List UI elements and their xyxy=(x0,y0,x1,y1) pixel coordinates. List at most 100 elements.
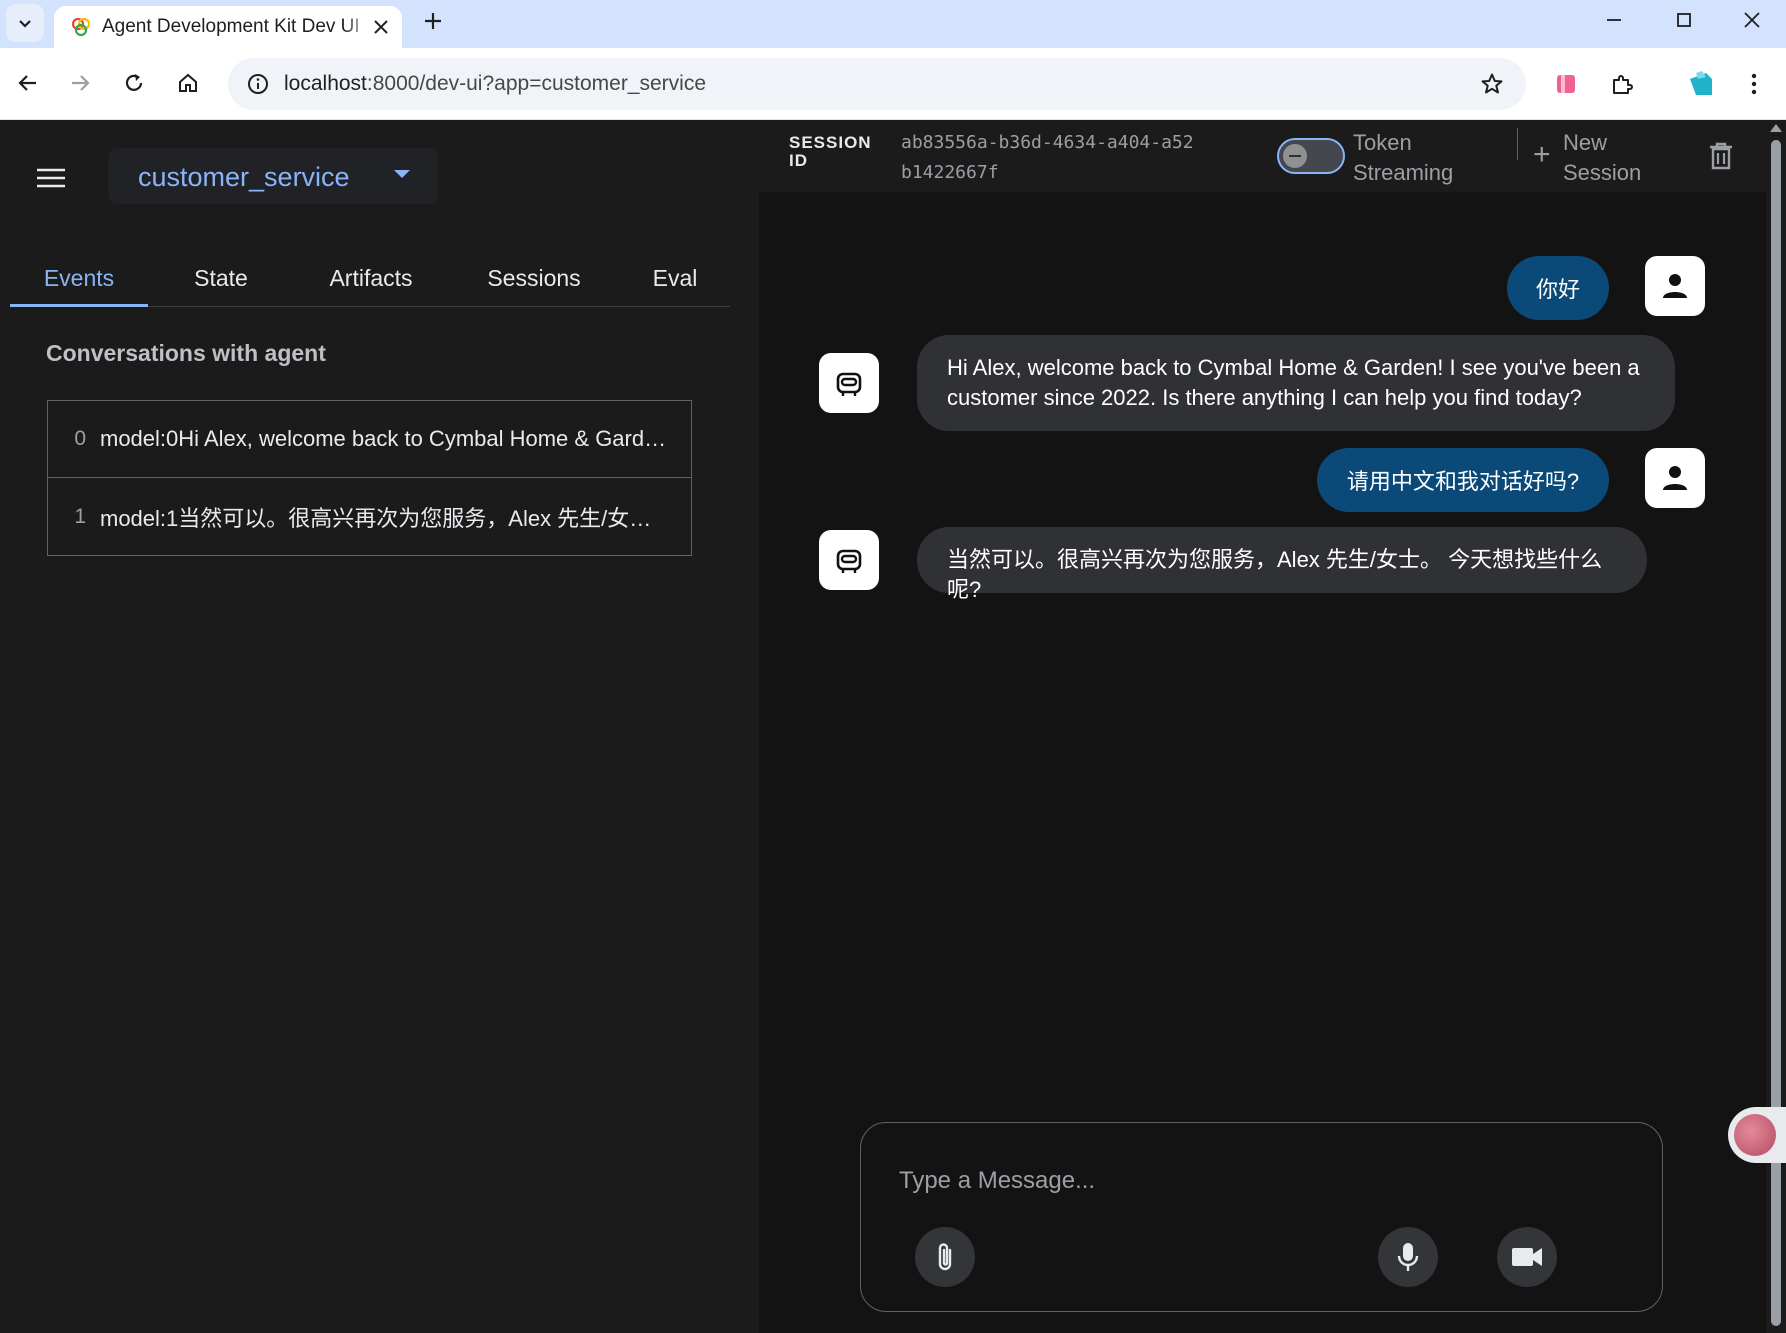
maximize-icon xyxy=(1677,13,1691,27)
arrow-left-icon xyxy=(18,75,36,91)
event-text: model:0Hi Alex, welcome back to Cymbal H… xyxy=(100,426,670,451)
person-icon xyxy=(1663,466,1687,490)
chevron-down-icon xyxy=(19,20,31,28)
message-composer xyxy=(860,1122,1663,1312)
reload-icon xyxy=(125,74,143,91)
message-input[interactable] xyxy=(899,1163,1619,1199)
microphone-button[interactable] xyxy=(1378,1227,1438,1287)
reload-button[interactable] xyxy=(114,63,154,103)
maximize-button[interactable] xyxy=(1650,0,1718,40)
tab-artifacts[interactable]: Artifacts xyxy=(296,250,446,307)
bot-message-line: Hi Alex, welcome back to Cymbal Home & G… xyxy=(947,355,1640,380)
bookmark-button[interactable] xyxy=(1474,66,1510,102)
session-id-value: ab83556a-b36d-4634-a404-a52b1422667f xyxy=(901,132,1194,183)
home-icon xyxy=(179,73,197,92)
profile-button[interactable] xyxy=(1681,64,1721,104)
toggle-knob xyxy=(1283,144,1307,168)
side-panel-tabs: Events State Artifacts Sessions Eval xyxy=(10,250,730,307)
event-index: 0 xyxy=(74,427,86,450)
arrow-right-icon xyxy=(72,75,90,91)
event-index: 1 xyxy=(74,504,86,528)
url-path: :8000/dev-ui?app=customer_service xyxy=(366,72,707,95)
new-session-label: New Session xyxy=(1563,130,1642,185)
token-label-line2: Streaming xyxy=(1353,160,1454,185)
bot-message: 当然可以。很高兴再次为您服务，Alex 先生/女士。 今天想找些什么呢? xyxy=(917,527,1647,602)
person-icon xyxy=(1663,274,1687,298)
active-tab-indicator xyxy=(10,304,148,307)
puzzle-icon xyxy=(1613,75,1633,94)
new-session-button[interactable]: + New Session xyxy=(1533,128,1653,185)
conversations-title: Conversations with agent xyxy=(46,340,326,366)
extension-pink-icon xyxy=(1557,75,1575,93)
header-divider xyxy=(1517,128,1518,160)
events-list: 0 model:0Hi Alex, welcome back to Cymbal… xyxy=(47,400,692,556)
delete-session-button[interactable] xyxy=(1703,138,1739,174)
forward-button[interactable] xyxy=(60,63,100,103)
browser-tab-strip: Agent Development Kit Dev UI xyxy=(0,0,1786,48)
user-avatar xyxy=(1645,256,1705,316)
bot-message: Hi Alex, welcome back to Cymbal Home & G… xyxy=(917,335,1675,431)
side-panel: customer_service Events State Artifacts … xyxy=(0,120,759,1333)
profile-icon xyxy=(1690,71,1712,95)
extension-button[interactable] xyxy=(1546,64,1586,104)
extensions-menu-button[interactable] xyxy=(1602,64,1642,104)
back-button[interactable] xyxy=(8,63,48,103)
floating-assistant-button[interactable] xyxy=(1728,1107,1786,1163)
user-avatar xyxy=(1645,448,1705,508)
address-bar[interactable]: localhost:8000/dev-ui?app=customer_servi… xyxy=(228,58,1526,110)
tab-sessions[interactable]: Sessions xyxy=(454,250,614,307)
home-button[interactable] xyxy=(168,63,208,103)
site-info-button[interactable] xyxy=(240,66,276,102)
menu-button[interactable] xyxy=(28,155,74,201)
plus-icon xyxy=(425,13,441,29)
new-tab-button[interactable] xyxy=(416,4,450,38)
assistant-bubble-icon xyxy=(1734,1114,1776,1156)
tab-state[interactable]: State xyxy=(156,250,286,307)
minus-icon xyxy=(1289,155,1301,157)
microphone-icon xyxy=(1397,1243,1419,1271)
event-row[interactable]: 1 model:1当然可以。很高兴再次为您服务，Alex 先生/女士。 今天想找… xyxy=(48,478,691,555)
event-text: model:1当然可以。很高兴再次为您服务，Alex 先生/女士。 今天想找些什… xyxy=(100,505,670,531)
dropdown-arrow-icon xyxy=(394,170,410,178)
trash-icon xyxy=(1710,142,1732,170)
browser-toolbar: localhost:8000/dev-ui?app=customer_servi… xyxy=(0,48,1786,120)
more-vert-icon xyxy=(1751,73,1757,95)
tab-events[interactable]: Events xyxy=(10,250,148,307)
bot-avatar xyxy=(819,353,879,413)
browser-tab[interactable]: Agent Development Kit Dev UI xyxy=(54,6,402,48)
minimize-button[interactable] xyxy=(1580,0,1648,40)
videocam-icon xyxy=(1512,1248,1542,1266)
bot-message-line: 当然可以。很高兴再次为您服务，Alex 先生/女士。 今天想找些什么呢? xyxy=(947,547,1603,602)
close-icon xyxy=(374,20,388,34)
hamburger-icon xyxy=(37,168,65,188)
robot-icon xyxy=(836,549,862,573)
attach-file-button[interactable] xyxy=(915,1227,975,1287)
bot-message-line: customer since 2022. Is there anything I… xyxy=(947,385,1582,410)
star-icon xyxy=(1481,73,1503,94)
tab-search-button[interactable] xyxy=(6,4,44,42)
video-button[interactable] xyxy=(1497,1227,1557,1287)
chat-area: 你好 Hi Alex, welcome back to Cymbal Home … xyxy=(759,192,1766,1333)
app-select-dropdown[interactable]: customer_service xyxy=(108,148,438,204)
token-label-line1: Token xyxy=(1353,130,1412,155)
token-streaming-toggle[interactable] xyxy=(1277,138,1345,174)
token-streaming-label: Token Streaming xyxy=(1353,128,1453,188)
session-id-label: SESSION ID xyxy=(789,134,872,170)
tab-eval[interactable]: Eval xyxy=(620,250,730,307)
user-message: 你好 xyxy=(1507,256,1609,320)
info-icon xyxy=(248,74,268,94)
minimize-icon xyxy=(1607,19,1621,21)
url-host: localhost xyxy=(284,72,367,95)
tab-close-button[interactable] xyxy=(368,14,394,40)
tab-title: Agent Development Kit Dev UI xyxy=(102,16,360,37)
window-close-button[interactable] xyxy=(1718,0,1786,40)
adk-dev-ui: customer_service Events State Artifacts … xyxy=(0,120,1786,1333)
chat-header: SESSION ID ab83556a-b36d-4634-a404-a52b1… xyxy=(759,120,1766,192)
robot-icon xyxy=(836,372,862,396)
user-message: 请用中文和我对话好吗? xyxy=(1317,448,1609,512)
browser-menu-button[interactable] xyxy=(1734,64,1774,104)
event-row[interactable]: 0 model:0Hi Alex, welcome back to Cymbal… xyxy=(48,401,691,478)
session-label-line2: ID xyxy=(789,151,808,170)
plus-icon: + xyxy=(1533,138,1551,171)
scroll-up-arrow-icon[interactable] xyxy=(1770,124,1782,132)
